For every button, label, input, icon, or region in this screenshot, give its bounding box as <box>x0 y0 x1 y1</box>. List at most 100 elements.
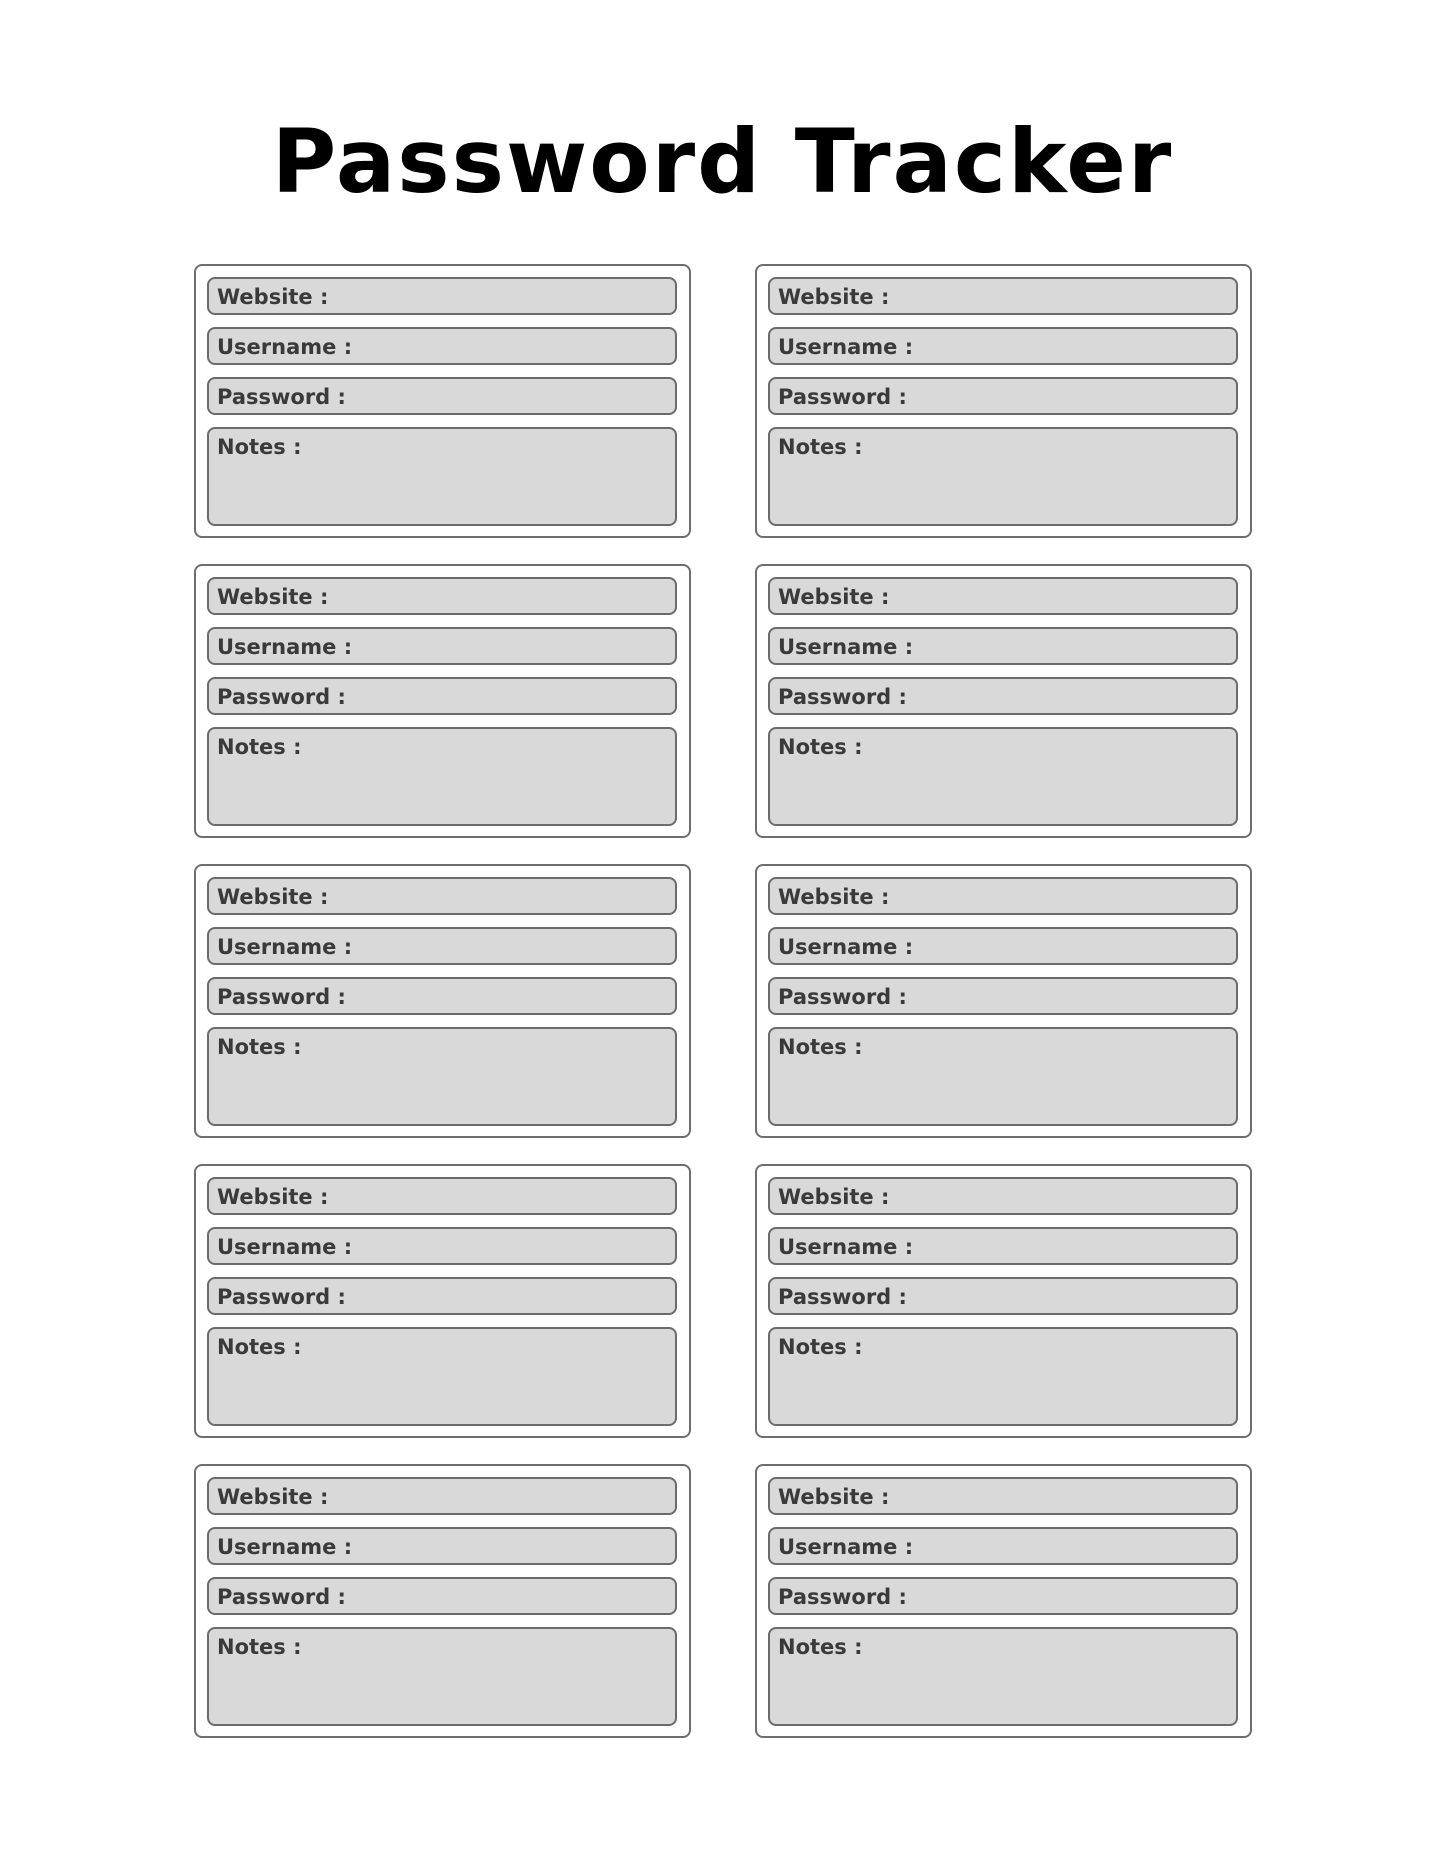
password-field[interactable]: Password : <box>207 977 677 1015</box>
password-value[interactable] <box>907 385 1228 409</box>
password-field[interactable]: Password : <box>768 977 1238 1015</box>
password-field[interactable]: Password : <box>768 677 1238 715</box>
notes-value[interactable] <box>863 1632 1229 1656</box>
password-value[interactable] <box>907 985 1228 1009</box>
username-value[interactable] <box>913 335 1228 359</box>
password-label: Password : <box>217 1285 346 1309</box>
website-value[interactable] <box>328 585 667 609</box>
password-field[interactable]: Password : <box>207 377 677 415</box>
username-field[interactable]: Username : <box>207 927 677 965</box>
username-value[interactable] <box>352 935 667 959</box>
password-entry-card: Website : Username : Password : Notes : <box>194 264 691 538</box>
username-field[interactable]: Username : <box>207 327 677 365</box>
notes-field[interactable]: Notes : <box>207 1327 677 1426</box>
notes-field[interactable]: Notes : <box>768 727 1238 826</box>
password-field[interactable]: Password : <box>768 377 1238 415</box>
password-field[interactable]: Password : <box>207 1277 677 1315</box>
website-value[interactable] <box>889 1185 1228 1209</box>
website-field[interactable]: Website : <box>768 577 1238 615</box>
website-value[interactable] <box>889 1485 1228 1509</box>
password-field[interactable]: Password : <box>207 1577 677 1615</box>
password-entry-card: Website : Username : Password : Notes : <box>755 864 1252 1138</box>
username-label: Username : <box>778 635 914 659</box>
username-field[interactable]: Username : <box>207 1527 677 1565</box>
notes-field[interactable]: Notes : <box>768 427 1238 526</box>
username-value[interactable] <box>352 335 667 359</box>
website-field[interactable]: Website : <box>207 277 677 315</box>
password-value[interactable] <box>907 685 1228 709</box>
website-field[interactable]: Website : <box>768 877 1238 915</box>
notes-label: Notes : <box>778 1635 863 1659</box>
notes-value[interactable] <box>863 1332 1229 1356</box>
password-entry-card: Website : Username : Password : Notes : <box>194 864 691 1138</box>
notes-value[interactable] <box>302 1032 668 1056</box>
notes-field[interactable]: Notes : <box>768 1327 1238 1426</box>
password-value[interactable] <box>346 385 667 409</box>
password-label: Password : <box>217 1585 346 1609</box>
username-field[interactable]: Username : <box>768 1227 1238 1265</box>
notes-value[interactable] <box>302 432 668 456</box>
website-value[interactable] <box>328 285 667 309</box>
notes-field[interactable]: Notes : <box>768 1627 1238 1726</box>
website-value[interactable] <box>328 1485 667 1509</box>
username-value[interactable] <box>913 635 1228 659</box>
website-label: Website : <box>217 585 329 609</box>
notes-field[interactable]: Notes : <box>207 727 677 826</box>
username-label: Username : <box>778 1535 914 1559</box>
notes-field[interactable]: Notes : <box>207 427 677 526</box>
password-label: Password : <box>778 985 907 1009</box>
password-field[interactable]: Password : <box>768 1277 1238 1315</box>
username-field[interactable]: Username : <box>768 1527 1238 1565</box>
username-value[interactable] <box>352 1235 667 1259</box>
website-label: Website : <box>778 1485 890 1509</box>
username-label: Username : <box>778 1235 914 1259</box>
notes-value[interactable] <box>863 1032 1229 1056</box>
username-label: Username : <box>778 935 914 959</box>
username-field[interactable]: Username : <box>768 627 1238 665</box>
notes-value[interactable] <box>863 732 1229 756</box>
username-value[interactable] <box>913 935 1228 959</box>
notes-field[interactable]: Notes : <box>207 1027 677 1126</box>
notes-field[interactable]: Notes : <box>207 1627 677 1726</box>
notes-field[interactable]: Notes : <box>768 1027 1238 1126</box>
password-value[interactable] <box>907 1285 1228 1309</box>
notes-value[interactable] <box>302 1632 668 1656</box>
password-value[interactable] <box>346 685 667 709</box>
website-field[interactable]: Website : <box>207 877 677 915</box>
password-entry-card: Website : Username : Password : Notes : <box>755 264 1252 538</box>
password-value[interactable] <box>346 985 667 1009</box>
website-label: Website : <box>778 1185 890 1209</box>
website-value[interactable] <box>889 285 1228 309</box>
username-field[interactable]: Username : <box>768 327 1238 365</box>
website-value[interactable] <box>328 885 667 909</box>
username-field[interactable]: Username : <box>768 927 1238 965</box>
password-label: Password : <box>217 685 346 709</box>
password-field[interactable]: Password : <box>768 1577 1238 1615</box>
website-value[interactable] <box>889 885 1228 909</box>
website-value[interactable] <box>328 1185 667 1209</box>
website-field[interactable]: Website : <box>768 1477 1238 1515</box>
website-field[interactable]: Website : <box>207 577 677 615</box>
notes-value[interactable] <box>302 1332 668 1356</box>
username-value[interactable] <box>352 635 667 659</box>
username-value[interactable] <box>352 1535 667 1559</box>
notes-label: Notes : <box>778 1335 863 1359</box>
notes-label: Notes : <box>217 1335 302 1359</box>
website-value[interactable] <box>889 585 1228 609</box>
username-value[interactable] <box>913 1535 1228 1559</box>
website-field[interactable]: Website : <box>207 1177 677 1215</box>
username-field[interactable]: Username : <box>207 627 677 665</box>
website-field[interactable]: Website : <box>768 277 1238 315</box>
notes-label: Notes : <box>217 735 302 759</box>
password-value[interactable] <box>907 1585 1228 1609</box>
notes-value[interactable] <box>302 732 668 756</box>
website-field[interactable]: Website : <box>207 1477 677 1515</box>
username-field[interactable]: Username : <box>207 1227 677 1265</box>
notes-value[interactable] <box>863 432 1229 456</box>
password-field[interactable]: Password : <box>207 677 677 715</box>
website-field[interactable]: Website : <box>768 1177 1238 1215</box>
password-value[interactable] <box>346 1285 667 1309</box>
username-label: Username : <box>217 935 353 959</box>
username-value[interactable] <box>913 1235 1228 1259</box>
password-value[interactable] <box>346 1585 667 1609</box>
